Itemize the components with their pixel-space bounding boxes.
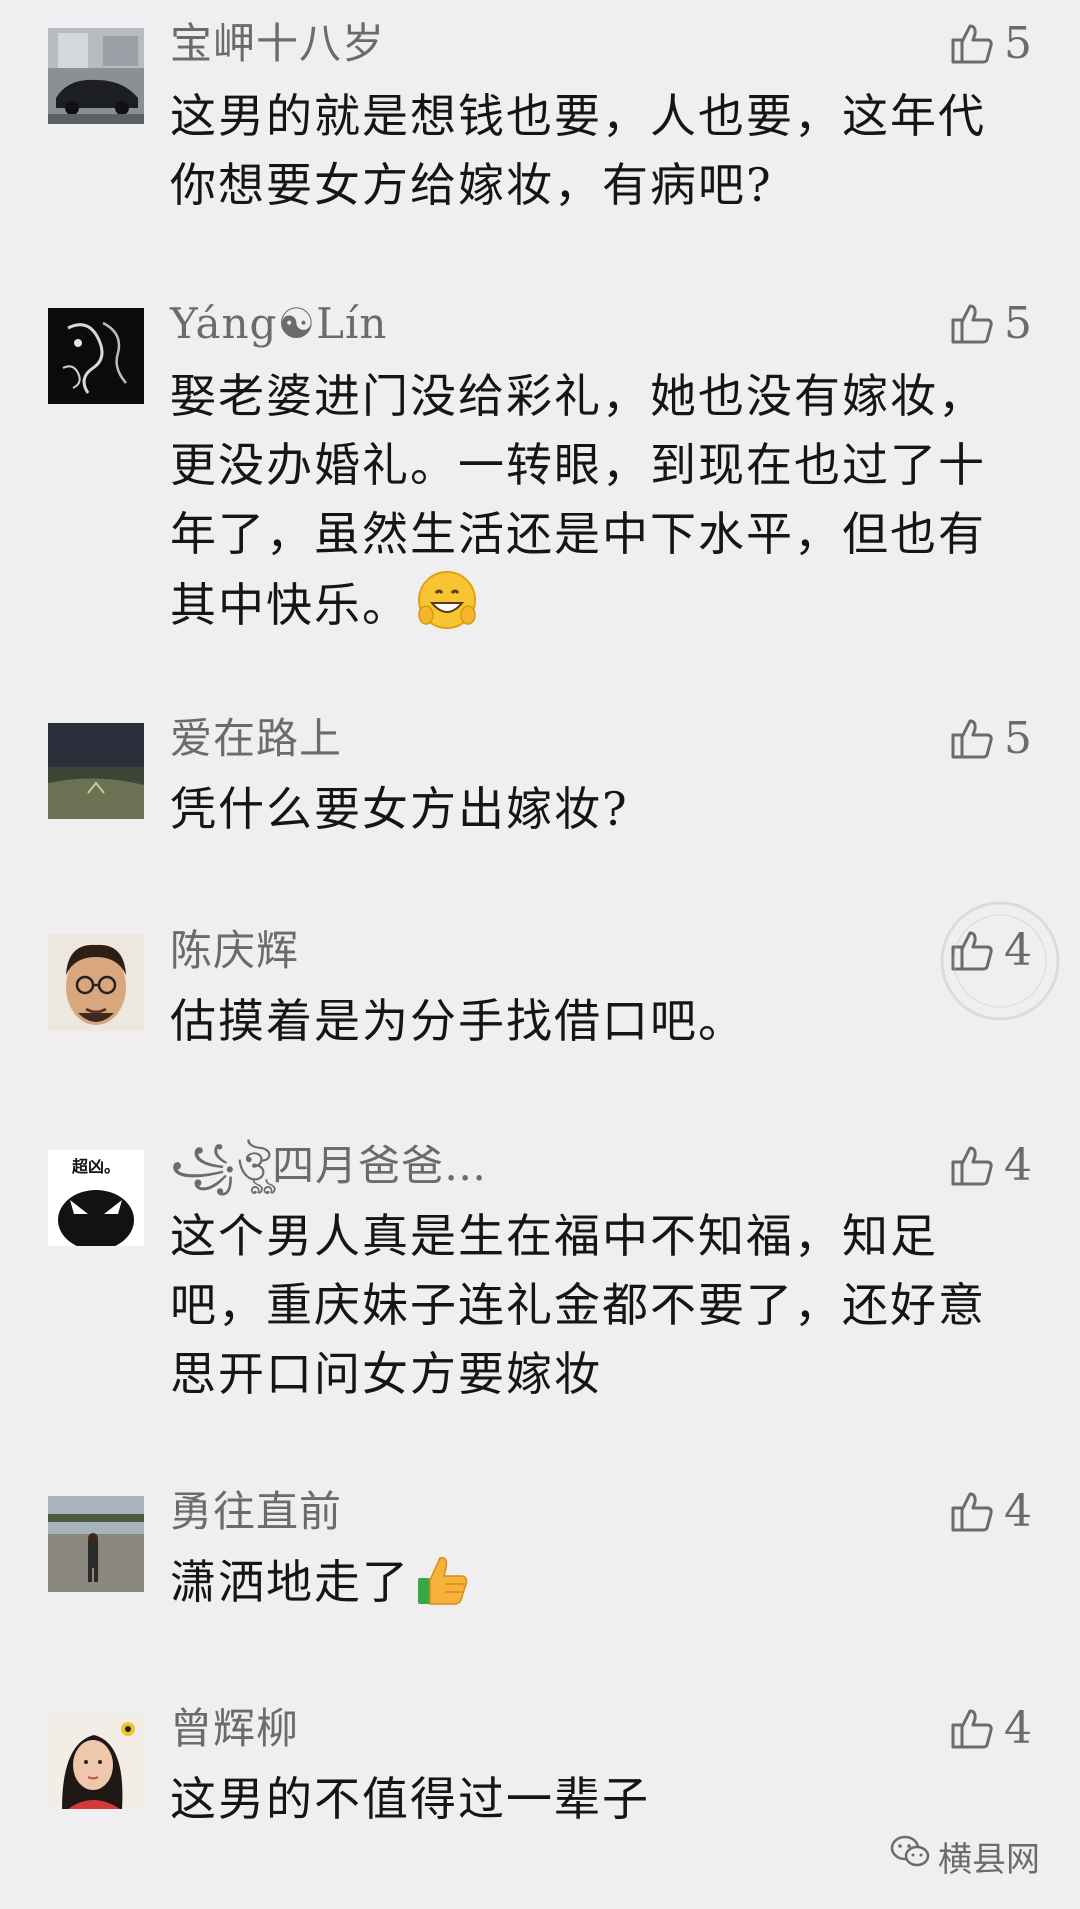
like-button[interactable]: 5: [950, 18, 1032, 70]
like-button[interactable]: 5: [950, 713, 1032, 765]
commenter-name[interactable]: ꧁ঔৣ四月爸爸…: [170, 1140, 487, 1192]
comment-text-content: 娶老婆进门没给彩礼，她也没有嫁妆，更没办婚礼。一转眼，到现在也过了十年了，虽然生…: [170, 369, 986, 632]
commenter-name[interactable]: 宝岬十八岁: [170, 18, 385, 70]
grin-emoji: [416, 569, 478, 631]
commenter-name[interactable]: 爱在路上: [170, 713, 342, 765]
thumbs-up-icon: [950, 717, 994, 761]
avatar-caption: 超凶。: [71, 1157, 120, 1176]
like-button[interactable]: 5: [950, 298, 1032, 350]
avatar[interactable]: [48, 28, 144, 124]
thumbs-up-icon: [950, 302, 994, 346]
like-count: 4: [1004, 1703, 1032, 1754]
comment-text-content: 潇洒地走了: [170, 1555, 410, 1609]
comment-text: 这男的就是想钱也要，人也要，这年代你想要女方给嫁妆，有病吧?: [170, 89, 986, 212]
watermark-stamp: [935, 896, 1065, 1026]
comment-text: 这个男人真是生在福中不知福，知足吧，重庆妹子连礼金都不要了，还好意思开口问女方要…: [170, 1209, 986, 1401]
thumbs-up-emoji: [414, 1550, 472, 1608]
like-count: 4: [1004, 1140, 1032, 1191]
thumbs-up-icon: [950, 1490, 994, 1534]
comment-text: 潇洒地走了: [170, 1548, 1020, 1617]
like-count: 5: [1004, 713, 1032, 764]
wechat-icon: [890, 1835, 930, 1878]
thumbs-up-icon: [950, 1707, 994, 1751]
source-watermark: 横县网: [890, 1832, 1040, 1881]
avatar[interactable]: [48, 1713, 144, 1809]
avatar[interactable]: [48, 308, 144, 404]
thumbs-up-icon: [950, 22, 994, 66]
comment-text: 娶老婆进门没给彩礼，她也没有嫁妆，更没办婚礼。一转眼，到现在也过了十年了，虽然生…: [170, 362, 1020, 640]
commenter-name[interactable]: 勇往直前: [170, 1486, 342, 1538]
comment-text: 凭什么要女方出嫁妆?: [170, 782, 629, 836]
watermark-label: 横县网: [938, 1840, 1040, 1880]
comment-text: 估摸着是为分手找借口吧。: [170, 994, 746, 1048]
comment-text: 这男的不值得过一辈子: [170, 1772, 650, 1826]
avatar[interactable]: [48, 935, 144, 1031]
avatar[interactable]: 超凶。: [48, 1150, 144, 1246]
avatar[interactable]: [48, 1496, 144, 1592]
thumbs-up-icon: [950, 1144, 994, 1188]
like-count: 4: [1004, 1486, 1032, 1537]
like-count: 5: [1004, 298, 1032, 349]
like-button[interactable]: 4: [950, 1486, 1032, 1538]
like-button[interactable]: 4: [950, 1140, 1032, 1192]
commenter-name[interactable]: 陈庆辉: [170, 925, 299, 977]
like-count: 5: [1004, 18, 1032, 69]
like-button[interactable]: 4: [950, 1703, 1032, 1755]
commenter-name[interactable]: 曾辉柳: [170, 1703, 299, 1755]
commenter-name[interactable]: Yáng☯Lín: [170, 298, 387, 350]
avatar[interactable]: [48, 723, 144, 819]
